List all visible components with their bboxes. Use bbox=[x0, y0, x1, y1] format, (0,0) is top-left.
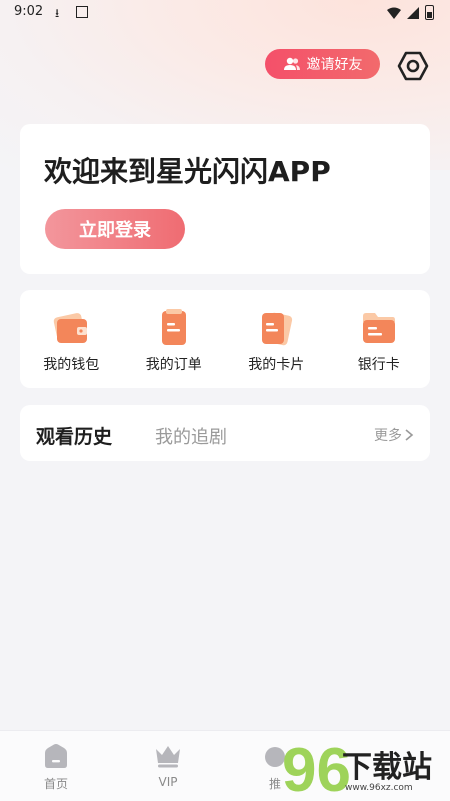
settings-icon[interactable] bbox=[397, 50, 429, 82]
status-bar: 9:02 ⭳ bbox=[0, 0, 450, 26]
invite-label: 邀请好友 bbox=[306, 57, 363, 73]
crown-icon bbox=[156, 746, 180, 768]
order-icon bbox=[161, 309, 186, 345]
login-button[interactable]: 立即登录 bbox=[45, 209, 185, 249]
shortcut-label: 我的钱包 bbox=[43, 357, 100, 373]
wallet-icon bbox=[54, 313, 88, 343]
battery-icon bbox=[425, 5, 434, 20]
notification-icon bbox=[76, 6, 88, 18]
shortcut-bank-card[interactable]: 银行卡 bbox=[328, 290, 431, 388]
watermark-text: 下载站 bbox=[342, 750, 432, 785]
shortcut-cards[interactable]: 我的卡片 bbox=[225, 290, 328, 388]
users-icon bbox=[283, 57, 300, 70]
home-icon bbox=[45, 744, 67, 768]
download-icon: ⭳ bbox=[55, 6, 60, 20]
shortcut-wallet[interactable]: 我的钱包 bbox=[20, 290, 123, 388]
welcome-title: 欢迎来到星光闪闪APP bbox=[44, 155, 331, 188]
card-icon bbox=[262, 312, 293, 346]
nav-label: 首页 bbox=[43, 777, 68, 791]
history-card: 观看历史 我的追剧 更多 bbox=[20, 405, 430, 461]
watermark-url: www.96xz.com bbox=[345, 783, 413, 793]
shortcut-label: 我的订单 bbox=[145, 357, 202, 373]
shortcut-label: 我的卡片 bbox=[248, 357, 305, 373]
shortcut-orders[interactable]: 我的订单 bbox=[123, 290, 226, 388]
bank-card-icon bbox=[362, 313, 395, 343]
shortcuts-card: 我的钱包 我的订单 我的卡片 银行卡 bbox=[20, 290, 430, 388]
signal-icon bbox=[407, 6, 419, 19]
nav-label: VIP bbox=[158, 775, 178, 789]
status-time: 9:02 bbox=[14, 4, 44, 19]
nav-home[interactable]: 首页 bbox=[16, 743, 96, 792]
nav-vip[interactable]: VIP bbox=[128, 743, 208, 789]
wifi-icon bbox=[387, 7, 401, 19]
more-link[interactable]: 更多 bbox=[374, 425, 414, 445]
invite-friends-button[interactable]: 邀请好友 bbox=[265, 49, 380, 79]
shortcut-label: 银行卡 bbox=[357, 357, 400, 373]
chevron-right-icon bbox=[405, 429, 414, 441]
more-label: 更多 bbox=[374, 428, 402, 444]
welcome-card: 欢迎来到星光闪闪APP 立即登录 bbox=[20, 124, 430, 274]
watermark-number: 96 bbox=[282, 736, 351, 800]
tab-watch-history[interactable]: 观看历史 bbox=[36, 422, 112, 449]
tab-my-dramas[interactable]: 我的追剧 bbox=[155, 423, 227, 449]
status-right bbox=[387, 5, 434, 20]
